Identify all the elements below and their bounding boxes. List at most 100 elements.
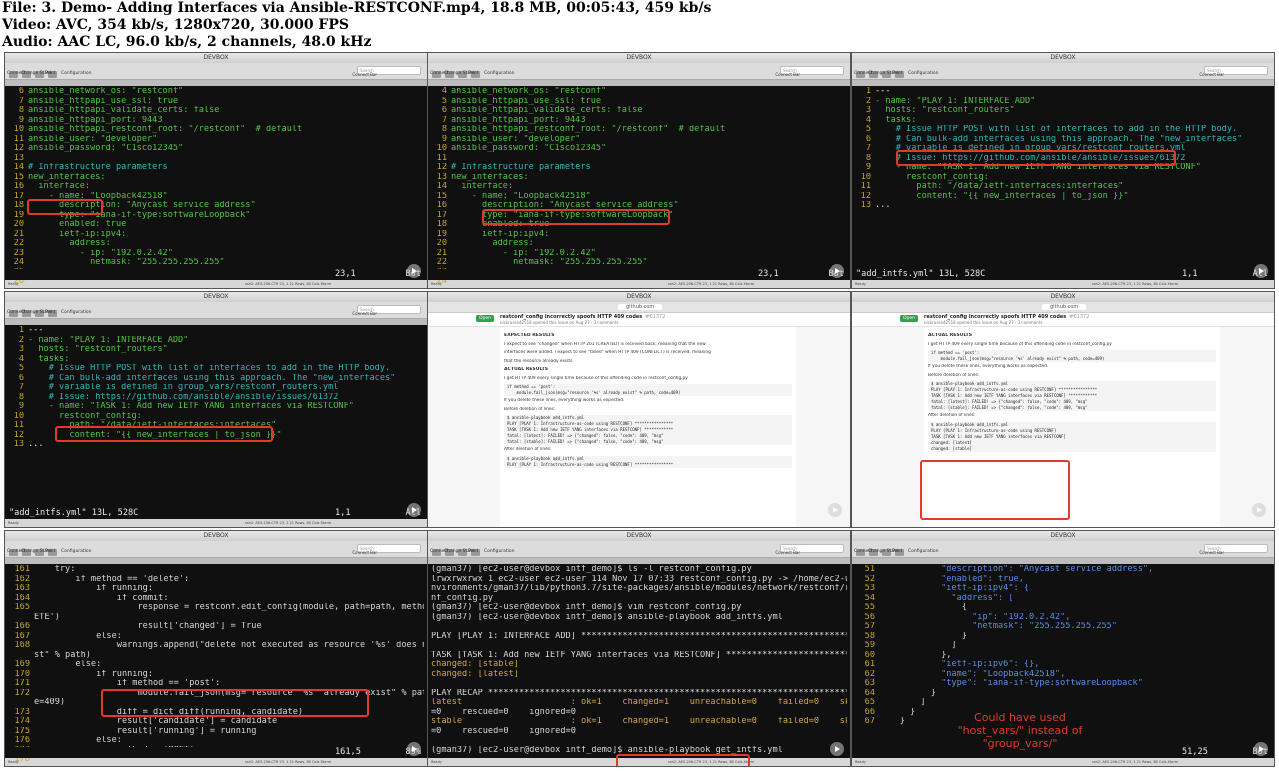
thumbnail-4[interactable]: DEVBOX Connect Change State Print Configurat… — [4, 291, 428, 528]
play-button[interactable] — [828, 503, 842, 517]
line-number: 169 — [14, 660, 30, 669]
play-button[interactable] — [1254, 264, 1268, 278]
connect-bar[interactable]: Connect Bar — [775, 550, 800, 555]
play-button[interactable] — [407, 264, 421, 278]
line-text: hosts: "restconf_routers" — [875, 106, 1015, 115]
toolbar-label[interactable]: Configuration — [61, 310, 92, 315]
thumbnail-5[interactable]: DEVBOX github.com Open restconf_config inco… — [427, 291, 851, 528]
vim-cursor-position: 1,1 — [335, 508, 351, 518]
terminal-line: 22 netmask: "255.255.255.255" — [431, 258, 847, 268]
toolbar-label[interactable]: Configuration — [484, 71, 515, 76]
toolbar-label[interactable]: Configuration — [908, 71, 939, 76]
line-number: 6 — [18, 373, 24, 383]
line-text: PLAY [PLAY 1: INTERFACE ADD] ***********… — [431, 631, 847, 641]
terminal-line: 170 if running: — [8, 670, 424, 680]
browser-address-bar[interactable]: github.com — [428, 302, 850, 313]
line-text: - name: "TASK 1: Add new IETF YANG inter… — [28, 402, 354, 411]
vim-status-line: 23,1Bot — [428, 269, 850, 280]
terminal-line: changed: [latest] — [431, 670, 847, 680]
browser-address-bar[interactable]: github.com — [852, 302, 1274, 313]
toolbar-label[interactable]: Print — [45, 71, 55, 76]
terminal-line: 52 "enabled": true, — [855, 575, 1271, 585]
window-title: DEVBOX — [1050, 293, 1076, 300]
terminal-line: 3 hosts: "restconf_routers" — [855, 106, 1271, 116]
line-number: 15 — [436, 191, 447, 201]
terminal-line: 24 netmask: "255.255.255.255" — [8, 258, 424, 268]
line-text: if commit: — [34, 593, 169, 603]
thumbnail-7[interactable]: DEVBOX Connect Change State Print Configurat… — [4, 530, 428, 767]
play-button[interactable] — [407, 742, 421, 756]
play-button[interactable] — [1254, 742, 1268, 756]
line-number: 51 — [864, 565, 875, 574]
line-number: 17 — [13, 191, 24, 201]
toolbar-label[interactable]: Configuration — [61, 549, 92, 554]
line-text: --- — [28, 326, 44, 335]
line-number: 5 — [18, 364, 24, 373]
toolbar-label[interactable]: Print — [468, 549, 478, 554]
highlight-box — [101, 689, 369, 717]
terminal-line: 8 # Issue: https://github.com/ansible/an… — [8, 393, 424, 403]
line-number: 6 — [441, 106, 447, 115]
connect-bar[interactable]: Connect Bar — [352, 550, 377, 555]
code-line: module.fail_json(msg="resource '%s' alre… — [504, 390, 792, 396]
terminal-line: 1 --- — [855, 87, 1271, 97]
paragraph: interfaces were added. I expect to see "… — [504, 350, 711, 355]
toolbar-label[interactable]: Print — [468, 71, 478, 76]
play-button[interactable] — [407, 503, 421, 517]
line-number: 20 — [13, 220, 24, 229]
toolbar-label[interactable]: Configuration — [61, 71, 92, 76]
browser-url[interactable]: github.com — [1042, 304, 1087, 310]
terminal-toolbar: Connect Change State Print Configuration Sea… — [5, 63, 427, 80]
window-title: DEVBOX — [626, 532, 652, 539]
line-text: } — [879, 717, 905, 726]
thumbnail-6[interactable]: DEVBOX github.com Open restconf_config inco… — [851, 291, 1275, 528]
line-number: 9 — [18, 115, 24, 125]
toolbar-label[interactable]: Print — [892, 549, 902, 554]
status-ready: Ready — [855, 760, 866, 764]
thumbnail-2[interactable]: DEVBOX Connect Change State Print Configurat… — [427, 52, 851, 289]
line-text: "netmask": "255.255.255.255" — [879, 622, 1117, 631]
line-number: 19 — [13, 210, 24, 220]
play-button[interactable] — [1252, 503, 1266, 517]
paragraph: that the resource already exists. — [504, 358, 574, 364]
line-number: 55 — [864, 603, 875, 612]
line-text: }, — [879, 650, 952, 660]
line-number: 173 — [14, 707, 30, 717]
play-button[interactable] — [830, 264, 844, 278]
line-text: address: — [28, 239, 111, 248]
toolbar-label[interactable]: Print — [45, 549, 55, 554]
audio-info: Audio: AAC LC, 96.0 kb/s, 2 channels, 48… — [2, 34, 372, 50]
paragraph: After deletion of lines: — [928, 413, 976, 418]
thumbnail-8[interactable]: DEVBOX Connect Change State Print Configurat… — [427, 530, 851, 767]
line-text: ] — [879, 641, 957, 650]
toolbar-label[interactable]: Print — [45, 310, 55, 315]
connect-bar[interactable]: Connect Bar — [352, 311, 377, 316]
status-session-info: ssh2: AES-256-CTR 23, 1 21 Rows, 80 Cols… — [1092, 282, 1179, 286]
thumbnail-9[interactable]: DEVBOX Connect Change State Print Configurat… — [851, 530, 1275, 767]
status-ready: Ready — [8, 521, 19, 525]
terminal-line: nf_config.py — [431, 594, 847, 604]
line-text: =0 rescued=0 ignored=0 — [431, 726, 576, 736]
toolbar-label[interactable]: Print — [892, 71, 902, 76]
connect-bar[interactable]: Connect Bar — [352, 72, 377, 77]
status-session-info: ssh2: AES-256-CTR 23, 1 21 Rows, 80 Cols… — [1092, 760, 1179, 764]
terminal-line: 167 else: — [8, 632, 424, 642]
line-number: 12 — [436, 163, 447, 172]
thumbnail-3[interactable]: DEVBOX Connect Change State Print Configurat… — [851, 52, 1275, 289]
terminal-line: lrwxrwxrwx 1 ec2-user ec2-user 114 Nov 1… — [431, 575, 847, 585]
terminal-line: 163 if running: — [8, 584, 424, 594]
connect-bar[interactable]: Connect Bar — [1199, 72, 1224, 77]
terminal-line: 7 # variable is defined in group_vars/re… — [8, 383, 424, 393]
line-text: "address": [ — [879, 593, 1014, 603]
line-number: 60 — [864, 650, 875, 660]
connect-bar[interactable]: Connect Bar — [775, 72, 800, 77]
connect-bar[interactable]: Connect Bar — [1199, 550, 1224, 555]
paragraph: I get HTTP 409 every single time because… — [928, 341, 1112, 347]
thumbnail-1[interactable]: DEVBOX Connect Change State Print Configurat… — [4, 52, 428, 289]
play-button[interactable] — [830, 742, 844, 756]
browser-url[interactable]: github.com — [618, 304, 663, 310]
line-number: 12 — [13, 430, 24, 440]
line-number: 58 — [864, 631, 875, 641]
toolbar-label[interactable]: Configuration — [484, 549, 515, 554]
toolbar-label[interactable]: Configuration — [908, 549, 939, 554]
